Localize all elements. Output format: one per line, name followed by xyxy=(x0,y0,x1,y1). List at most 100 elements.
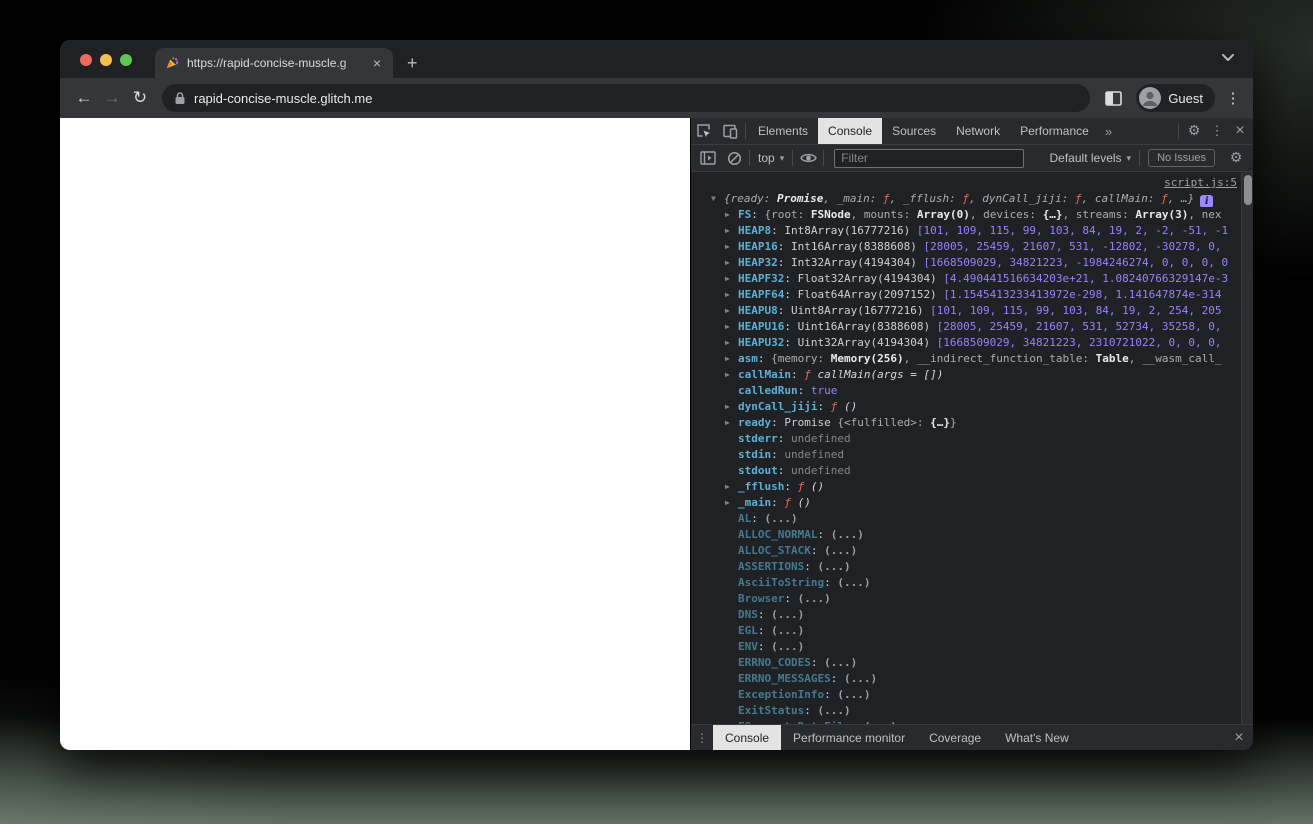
reload-button[interactable]: ↻ xyxy=(126,84,154,112)
expand-arrow-icon[interactable]: ▶ xyxy=(725,255,738,271)
console-property-row[interactable]: ERRNO_MESSAGES: (...) xyxy=(691,671,1253,687)
drawer-tab-console[interactable]: Console xyxy=(713,725,782,750)
console-property-row[interactable]: ▶ ready: Promise {<fulfilled>: {…}} xyxy=(691,415,1253,431)
console-property-row[interactable]: ▶ HEAP16: Int16Array(8388608) [28005, 254… xyxy=(691,239,1253,255)
drawer-close-icon[interactable]: × xyxy=(1225,729,1253,747)
property-name: ASSERTIONS xyxy=(738,560,805,573)
console-scrollbar[interactable] xyxy=(1241,172,1253,724)
console-property-row[interactable]: stdin: undefined xyxy=(691,447,1253,463)
console-property-row[interactable]: ASSERTIONS: (...) xyxy=(691,559,1253,575)
more-tabs-icon[interactable]: » xyxy=(1099,124,1118,139)
console-property-row[interactable]: stdout: undefined xyxy=(691,463,1253,479)
console-property-row[interactable]: calledRun: true xyxy=(691,383,1253,399)
property-name: ERRNO_CODES xyxy=(738,656,811,669)
drawer-tab-coverage[interactable]: Coverage xyxy=(917,725,993,750)
context-selector[interactable]: top ▾ xyxy=(752,151,790,165)
filter-input[interactable] xyxy=(834,148,1025,168)
console-property-row[interactable]: ▶ asm: {memory: Memory(256), __indirect_f… xyxy=(691,351,1253,367)
inspect-element-icon[interactable] xyxy=(691,118,717,144)
property-name: AsciiToString xyxy=(738,576,825,589)
scrollbar-thumb[interactable] xyxy=(1244,175,1252,205)
console-property-row[interactable]: DNS: (...) xyxy=(691,607,1253,623)
expand-arrow-icon[interactable]: ▶ xyxy=(725,223,738,239)
close-window-button[interactable] xyxy=(80,54,92,66)
evaluated-info-icon[interactable]: i xyxy=(1200,195,1214,207)
expand-arrow-icon[interactable]: ▶ xyxy=(725,239,738,255)
clear-console-icon[interactable] xyxy=(721,145,747,171)
console-property-row[interactable]: AsciiToString: (...) xyxy=(691,575,1253,591)
console-property-row[interactable]: FS_createDataFile: (...) xyxy=(691,719,1253,724)
console-property-row[interactable]: ▶ HEAPF32: Float32Array(4194304) [4.49044… xyxy=(691,271,1253,287)
console-property-row[interactable]: ▶ HEAPF64: Float64Array(2097152) [1.15454… xyxy=(691,287,1253,303)
console-property-row[interactable]: ExitStatus: (...) xyxy=(691,703,1253,719)
profile-chip[interactable]: Guest xyxy=(1136,84,1215,112)
console-property-row[interactable]: AL: (...) xyxy=(691,511,1253,527)
expand-arrow-icon[interactable]: ▶ xyxy=(725,399,738,415)
console-property-row[interactable]: ENV: (...) xyxy=(691,639,1253,655)
console-property-row[interactable]: ▶ dynCall_jiji: ƒ () xyxy=(691,399,1253,415)
issues-counter[interactable]: No Issues xyxy=(1148,149,1215,167)
drawer-tab-whats-new[interactable]: What's New xyxy=(993,725,1081,750)
expand-arrow-icon[interactable]: ▶ xyxy=(725,271,738,287)
tab-sources[interactable]: Sources xyxy=(882,118,946,144)
zoom-window-button[interactable] xyxy=(120,54,132,66)
console-sidebar-icon[interactable] xyxy=(695,145,721,171)
expand-arrow-icon[interactable]: ▶ xyxy=(725,479,738,495)
browser-menu-icon[interactable]: ⋮ xyxy=(1223,89,1243,107)
expand-arrow-icon[interactable]: ▶ xyxy=(725,335,738,351)
tab-console[interactable]: Console xyxy=(818,118,883,144)
expand-arrow-icon[interactable]: ▶ xyxy=(725,303,738,319)
console-object-preview[interactable]: ▼ {ready: Promise, _main: ƒ, _fflush: ƒ, … xyxy=(691,191,1253,207)
tab-close-icon[interactable]: × xyxy=(369,56,385,70)
console-property-row[interactable]: ▶ HEAP32: Int32Array(4194304) [1668509029… xyxy=(691,255,1253,271)
back-button[interactable]: ← xyxy=(70,84,98,112)
device-toolbar-icon[interactable] xyxy=(717,118,743,144)
tab-performance[interactable]: Performance xyxy=(1010,118,1099,144)
guest-label: Guest xyxy=(1168,90,1203,106)
tab-network[interactable]: Network xyxy=(946,118,1010,144)
expand-arrow-icon[interactable]: ▶ xyxy=(725,319,738,335)
devtools-close-icon[interactable]: × xyxy=(1227,122,1253,140)
property-name: DNS xyxy=(738,608,758,621)
source-location-link[interactable]: script.js:5 xyxy=(1164,176,1237,189)
console-property-row[interactable]: EGL: (...) xyxy=(691,623,1253,639)
new-tab-button[interactable]: + xyxy=(407,54,418,78)
console-property-row[interactable]: stderr: undefined xyxy=(691,431,1253,447)
console-property-row[interactable]: ERRNO_CODES: (...) xyxy=(691,655,1253,671)
console-property-row[interactable]: ▶ _fflush: ƒ () xyxy=(691,479,1253,495)
console-property-row[interactable]: ▶ HEAPU8: Uint8Array(16777216) [101, 109,… xyxy=(691,303,1253,319)
tab-elements[interactable]: Elements xyxy=(748,118,818,144)
console-property-row[interactable]: ▶ HEAPU32: Uint32Array(4194304) [16685090… xyxy=(691,335,1253,351)
live-expression-eye-icon[interactable] xyxy=(795,145,821,171)
expand-arrow-icon[interactable]: ▶ xyxy=(725,495,738,511)
log-levels-selector[interactable]: Default levels ▾ xyxy=(1044,151,1138,165)
expand-arrow-icon[interactable]: ▼ xyxy=(711,191,724,207)
console-property-row[interactable]: Browser: (...) xyxy=(691,591,1253,607)
console-property-row[interactable]: ▶ HEAPU16: Uint16Array(8388608) [28005, 2… xyxy=(691,319,1253,335)
expand-arrow-icon[interactable]: ▶ xyxy=(725,287,738,303)
console-property-row[interactable]: ▶ FS: {root: FSNode, mounts: Array(0), de… xyxy=(691,207,1253,223)
expand-arrow-icon[interactable]: ▶ xyxy=(725,207,738,223)
minimize-window-button[interactable] xyxy=(100,54,112,66)
console-property-row[interactable]: ▶ HEAP8: Int8Array(16777216) [101, 109, 1… xyxy=(691,223,1253,239)
console-property-row[interactable]: ▶ _main: ƒ () xyxy=(691,495,1253,511)
console-property-row[interactable]: ExceptionInfo: (...) xyxy=(691,687,1253,703)
drawer-tab-performance-monitor[interactable]: Performance monitor xyxy=(781,725,917,750)
side-panel-icon[interactable] xyxy=(1098,78,1128,118)
browser-tab[interactable]: https://rapid-concise-muscle.g × xyxy=(155,48,393,78)
tab-search-chevron-icon[interactable] xyxy=(1221,53,1235,62)
drawer-menu-icon[interactable]: ⋮ xyxy=(691,731,713,745)
expand-arrow-icon[interactable]: ▶ xyxy=(725,415,738,431)
console-settings-icon[interactable]: ⚙ xyxy=(1223,145,1249,171)
console-property-row[interactable]: ▶ callMain: ƒ callMain(args = []) xyxy=(691,367,1253,383)
url-bar[interactable]: rapid-concise-muscle.glitch.me xyxy=(162,84,1091,112)
browser-window: https://rapid-concise-muscle.g × + ← → ↻… xyxy=(60,40,1253,750)
console-property-row[interactable]: ALLOC_NORMAL: (...) xyxy=(691,527,1253,543)
expand-arrow-icon[interactable]: ▶ xyxy=(725,367,738,383)
devtools-settings-icon[interactable]: ⚙ xyxy=(1181,123,1207,139)
expand-arrow-icon[interactable]: ▶ xyxy=(725,351,738,367)
console-property-row[interactable]: ALLOC_STACK: (...) xyxy=(691,543,1253,559)
lock-icon[interactable] xyxy=(174,91,186,105)
property-name: HEAPU8 xyxy=(738,304,778,317)
devtools-menu-icon[interactable]: ⋮ xyxy=(1207,123,1227,139)
